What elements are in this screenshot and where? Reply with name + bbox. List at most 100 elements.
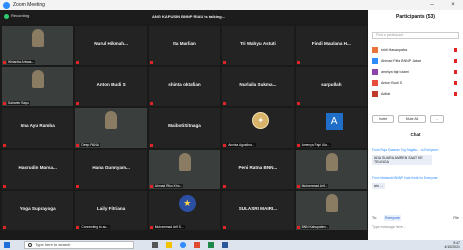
participant-video-tile[interactable]: Laily Fitriana Connecting to au... <box>75 190 147 230</box>
participant-list-name: amelya fajri ulami <box>381 70 409 74</box>
chat-message-sender: From Roja Suaaran Tog Sagitsu... to Ever… <box>372 148 439 152</box>
participant-video-tile[interactable]: BNN Kabupaten... <box>295 190 367 230</box>
muted-mic-icon[interactable] <box>454 92 457 96</box>
profile-logo-icon: ✦ <box>252 112 270 130</box>
participant-video-tile[interactable]: ✦ Annisa Agustina... <box>222 108 294 148</box>
participant-caption: Ahmad Riko Kho... <box>153 183 184 188</box>
system-clock[interactable]: 9:47 4/10/2021 <box>444 241 460 249</box>
participant-video-tile[interactable]: Ita Marlian <box>148 26 221 66</box>
muted-mic-icon[interactable] <box>454 59 457 63</box>
more-options-button[interactable]: ... <box>430 115 444 123</box>
browser-icon[interactable] <box>194 242 200 248</box>
participant-name: Ima Ayu Ramba <box>20 123 55 129</box>
participant-avatar <box>372 47 378 53</box>
participant-video-tile[interactable]: Peni Ratna BNN... <box>222 149 294 189</box>
chat-title: Chat <box>410 132 421 137</box>
participant-name: Hana Gunnyam... <box>92 164 130 170</box>
muted-mic-icon <box>3 61 6 65</box>
participant-caption: Wiriantia Ariwas... <box>7 60 36 65</box>
windows-taskbar: Type here to search 9:47 4/10/2021 <box>0 240 463 250</box>
participant-name: sarpullah <box>321 82 342 88</box>
participant-video-tile[interactable]: SULASRI MAIRI... <box>222 190 294 230</box>
participant-video-tile[interactable]: Hana Gunnyam... <box>75 149 147 189</box>
participant-avatar <box>372 69 378 75</box>
participant-video-tile[interactable]: Ima Ayu Ramba <box>2 108 74 148</box>
chat-message-bubble: izin ... <box>372 183 386 189</box>
participant-video-tile[interactable]: Muhammad Arif... <box>295 149 367 189</box>
chat-message-sender: From Mahamid BNNP Kala Kediri to Everyon… <box>372 176 439 180</box>
participant-list-item[interactable]: Ahmad Fifia BNNP Jabar <box>372 56 459 66</box>
participant-name: Ita Marlian <box>173 41 196 46</box>
participant-video-tile[interactable]: Tri Wahyu Astuti <box>222 26 294 66</box>
taskbar-search-placeholder: Type here to search <box>35 242 71 247</box>
participant-camera-feed <box>105 111 118 130</box>
participant-name: Findi Maulana H... <box>311 41 351 46</box>
windows-start-icon[interactable] <box>4 242 10 248</box>
participant-video-tile[interactable]: Nurlaila Sukma... <box>222 67 294 107</box>
participant-video-tile[interactable]: Nurul Hikmah... <box>75 26 147 66</box>
muted-mic-icon <box>76 61 80 65</box>
participant-camera-feed <box>325 193 338 212</box>
participant-camera-feed <box>325 152 338 171</box>
word-icon[interactable] <box>222 242 228 248</box>
muted-mic-icon <box>296 61 300 65</box>
participant-name: MaibotiSitnaga <box>168 123 201 129</box>
participant-video-tile[interactable]: MaibotiSitnaga <box>148 108 221 148</box>
participant-video-tile[interactable]: sarpullah <box>295 67 367 107</box>
participant-list-item[interactable]: amelya fajri ulami <box>372 67 459 77</box>
minimize-button[interactable]: – <box>425 0 439 10</box>
participant-name: shinta oktafian <box>168 82 201 88</box>
participant-caption: Muhammad Arif... <box>300 183 329 188</box>
participant-caption: Deep PANA <box>80 142 100 147</box>
participant-video-tile[interactable]: Anton Budi S <box>75 67 147 107</box>
muted-mic-icon <box>76 226 80 229</box>
participant-video-tile[interactable]: Ahmad Riko Kho... <box>148 149 221 189</box>
participant-video-tile[interactable]: ★ Muhammad Arif S... <box>148 190 221 230</box>
muted-mic-icon[interactable] <box>454 70 457 74</box>
chat-to-label: To: <box>372 216 377 220</box>
chat-recipient-select[interactable]: Everyone <box>384 215 401 221</box>
window-title: Zoom Meeting <box>13 2 45 8</box>
task-view-icon[interactable] <box>152 242 158 248</box>
taskbar-search-input[interactable]: Type here to search <box>24 241 134 249</box>
search-icon <box>28 243 32 247</box>
muted-mic-icon <box>223 102 227 106</box>
window-titlebar: Zoom Meeting – × <box>0 0 463 10</box>
close-button[interactable]: × <box>446 0 460 10</box>
muted-mic-icon[interactable] <box>454 48 457 52</box>
file-button[interactable]: File <box>453 216 459 220</box>
invite-button[interactable]: Invite <box>372 115 394 123</box>
participant-name: Laily Fitriana <box>96 205 126 211</box>
participant-name: Hasrudin Marsa... <box>18 164 57 170</box>
participant-video-tile[interactable]: Yoga Suprayoga <box>2 190 74 230</box>
muted-mic-icon <box>3 143 6 147</box>
participant-search-input[interactable]: Find a participant <box>372 32 459 39</box>
muted-mic-icon[interactable] <box>454 81 457 85</box>
gallery-grid: Wiriantia Ariwas... Nurul Hikmah... Ita Ma… <box>2 26 367 230</box>
muted-mic-icon <box>296 102 300 106</box>
participant-list-item[interactable]: Anton Budi S <box>372 78 459 88</box>
zoom-taskbar-icon[interactable] <box>180 242 186 248</box>
muted-mic-icon <box>149 143 153 147</box>
participant-video-tile[interactable]: A Amenya Fajri Ula... <box>295 108 367 148</box>
participant-video-tile[interactable]: Wiriantia Ariwas... <box>2 26 74 66</box>
participant-caption: Muhammad Arif S... <box>153 225 185 229</box>
participant-list-item[interactable]: Adilat <box>372 89 459 99</box>
participant-video-tile[interactable]: Hasrudin Marsa... <box>2 149 74 189</box>
participant-list-name: sridi Hasanpatra <box>381 48 408 52</box>
chat-message-input[interactable]: Type message here... <box>372 225 406 229</box>
participant-video-tile[interactable]: Findi Maulana H... <box>295 26 367 66</box>
mute-all-button[interactable]: Mute All <box>398 115 426 123</box>
participant-video-tile[interactable]: Deep PANA <box>75 108 147 148</box>
active-speaker-label: ANG KAPUSIN BNNP RIAU is talking... <box>152 14 226 19</box>
participant-video-tile[interactable]: shinta oktafian <box>148 67 221 107</box>
file-explorer-icon[interactable] <box>166 242 172 248</box>
muted-mic-icon <box>3 226 6 229</box>
sidebar-panel: Participants (53) Find a participant sri… <box>368 10 463 240</box>
app-icon[interactable] <box>208 242 214 248</box>
participant-list-item[interactable]: sridi Hasanpatra <box>372 45 459 55</box>
participant-name: Tri Wahyu Astuti <box>239 41 276 46</box>
participant-video-tile[interactable]: Saharier Bayu <box>2 67 74 107</box>
recording-label: Recording <box>11 13 30 18</box>
participant-name: SULASRI MAIRI... <box>238 205 278 211</box>
